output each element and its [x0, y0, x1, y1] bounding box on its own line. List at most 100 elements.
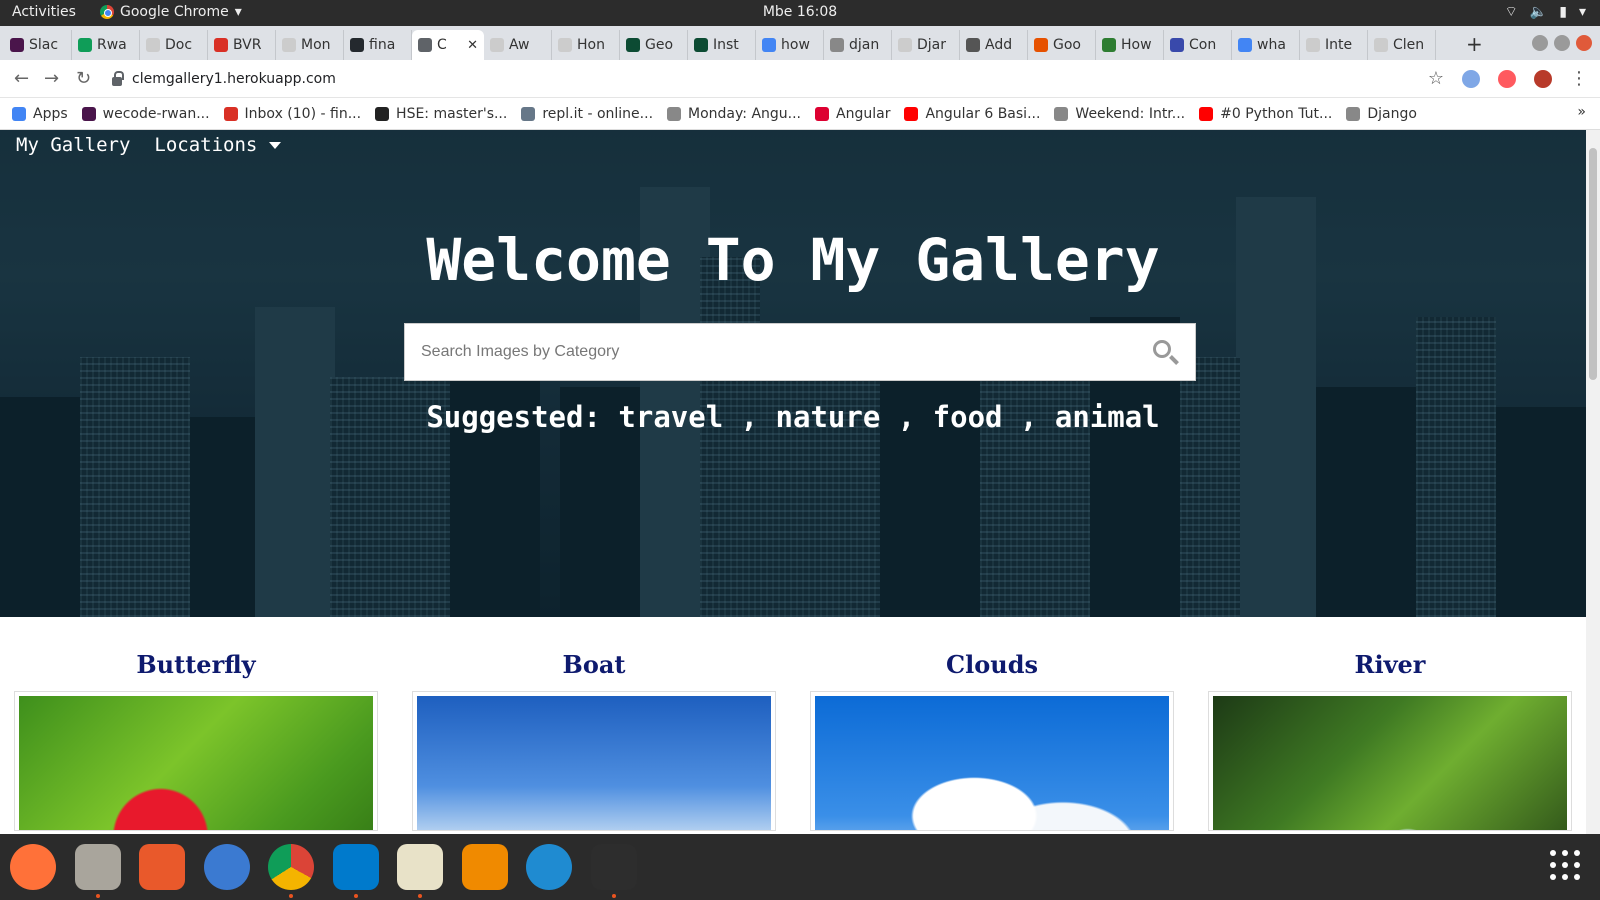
- software-center-icon[interactable]: [139, 844, 185, 890]
- locations-label: Locations: [154, 134, 258, 156]
- browser-tab[interactable]: wha: [1232, 30, 1300, 60]
- page-scrollbar[interactable]: [1586, 130, 1600, 834]
- activities-button[interactable]: Activities: [12, 4, 76, 20]
- search-icon[interactable]: [1153, 340, 1171, 358]
- system-tray[interactable]: ⌔ 🔈 ▮ ▾: [1505, 3, 1586, 21]
- globe-app-icon[interactable]: [526, 844, 572, 890]
- gallery-card: Butterfly: [14, 650, 378, 831]
- vlc-icon[interactable]: [461, 844, 508, 890]
- tab-favicon-icon: [626, 38, 640, 52]
- boat-image[interactable]: [417, 696, 771, 830]
- app-menu[interactable]: Google Chrome ▾: [100, 4, 242, 20]
- extension-icon[interactable]: [1498, 69, 1516, 88]
- bookmarks-overflow-button[interactable]: »: [1577, 104, 1586, 120]
- bookmark-item[interactable]: Angular: [815, 106, 890, 122]
- tab-label: Doc: [165, 37, 193, 53]
- card-title: Butterfly: [136, 650, 256, 679]
- chrome-icon[interactable]: [268, 844, 314, 890]
- avatar[interactable]: [1534, 69, 1552, 88]
- bookmark-item[interactable]: Apps: [12, 106, 68, 122]
- browser-tab[interactable]: djan: [824, 30, 892, 60]
- bookmark-favicon-icon: [1346, 106, 1361, 121]
- caret-down-icon: [269, 142, 282, 149]
- tab-label: Mon: [301, 37, 331, 53]
- browser-tab[interactable]: C ✕: [412, 30, 484, 60]
- tab-favicon-icon: [898, 38, 912, 52]
- bookmark-favicon-icon: [815, 106, 830, 121]
- browser-tab[interactable]: Clen: [1368, 30, 1436, 60]
- browser-tab[interactable]: Aw: [484, 30, 552, 60]
- tab-label: how: [781, 37, 810, 53]
- close-tab-icon[interactable]: ✕: [467, 38, 478, 53]
- menu-icon[interactable]: ⋮: [1570, 68, 1588, 89]
- bookmark-item[interactable]: repl.it - online...: [521, 106, 653, 122]
- vscode-icon[interactable]: [332, 844, 379, 890]
- url-text: clemgallery1.herokuapp.com: [132, 71, 336, 87]
- help-icon[interactable]: [203, 844, 250, 890]
- gallery-card: Clouds: [810, 650, 1174, 831]
- browser-tab[interactable]: Geo: [620, 30, 688, 60]
- terminal-icon[interactable]: [590, 844, 637, 890]
- firefox-icon[interactable]: [10, 844, 56, 890]
- bookmark-item[interactable]: Django: [1346, 106, 1417, 122]
- tab-label: djan: [849, 37, 880, 53]
- bookmark-item[interactable]: Inbox (10) - fin...: [223, 106, 361, 122]
- browser-tab[interactable]: Hon: [552, 30, 620, 60]
- tab-favicon-icon: [282, 38, 296, 52]
- card-title: Boat: [562, 650, 626, 679]
- tab-favicon-icon: [1374, 38, 1388, 52]
- tab-favicon-icon: [1170, 38, 1184, 52]
- bookmark-item[interactable]: Weekend: Intr...: [1054, 106, 1185, 122]
- browser-tab[interactable]: Mon: [276, 30, 344, 60]
- bookmark-item[interactable]: wecode-rwan...: [81, 106, 210, 122]
- toolbar-actions: ☆ ⋮: [1428, 68, 1588, 89]
- tab-favicon-icon: [558, 38, 572, 52]
- close-window-button[interactable]: [1576, 35, 1592, 51]
- battery-icon: ▮: [1559, 4, 1567, 20]
- bookmark-label: Angular 6 Basi...: [925, 105, 1041, 122]
- lock-icon: [112, 70, 124, 86]
- river-image[interactable]: [1213, 696, 1567, 830]
- browser-tab[interactable]: Djar: [892, 30, 960, 60]
- search-input[interactable]: [405, 324, 1145, 380]
- browser-tab[interactable]: BVR: [208, 30, 276, 60]
- minimize-button[interactable]: [1532, 35, 1548, 51]
- tab-favicon-icon: [694, 38, 708, 52]
- browser-tab[interactable]: how: [756, 30, 824, 60]
- bookmark-item[interactable]: #0 Python Tut...: [1199, 106, 1332, 122]
- extension-icon[interactable]: [1462, 69, 1480, 88]
- reload-icon[interactable]: ↻: [76, 68, 91, 89]
- tab-label: Slac: [29, 37, 59, 53]
- scrollbar-thumb[interactable]: [1589, 148, 1597, 380]
- text-editor-icon[interactable]: [397, 844, 443, 890]
- locations-dropdown[interactable]: Locations: [154, 134, 282, 156]
- dock: [0, 834, 1600, 900]
- bookmark-item[interactable]: HSE: master's...: [375, 106, 507, 122]
- browser-tab[interactable]: Doc: [140, 30, 208, 60]
- browser-tab[interactable]: Inte: [1300, 30, 1368, 60]
- bookmark-star-icon[interactable]: ☆: [1428, 68, 1444, 89]
- browser-tab[interactable]: Rwa: [72, 30, 140, 60]
- browser-tab[interactable]: Inst: [688, 30, 756, 60]
- address-bar[interactable]: clemgallery1.herokuapp.com: [112, 65, 1452, 93]
- maximize-button[interactable]: [1554, 35, 1570, 51]
- browser-tab[interactable]: How: [1096, 30, 1164, 60]
- brand-link[interactable]: My Gallery: [16, 134, 130, 156]
- browser-tab[interactable]: Con: [1164, 30, 1232, 60]
- browser-tab[interactable]: Slac: [4, 30, 72, 60]
- tab-label: C: [437, 37, 447, 53]
- back-icon[interactable]: ←: [14, 68, 29, 89]
- tab-favicon-icon: [830, 38, 844, 52]
- bookmark-item[interactable]: Monday: Angu...: [667, 106, 801, 122]
- butterfly-image[interactable]: [19, 696, 373, 830]
- browser-tab[interactable]: fina: [344, 30, 412, 60]
- browser-tab[interactable]: Goo: [1028, 30, 1096, 60]
- bookmark-item[interactable]: Angular 6 Basi...: [904, 106, 1040, 122]
- forward-icon[interactable]: →: [44, 68, 59, 89]
- files-icon[interactable]: [74, 844, 121, 890]
- clouds-image[interactable]: [815, 696, 1169, 830]
- tab-favicon-icon: [762, 38, 776, 52]
- new-tab-button[interactable]: +: [1466, 32, 1483, 56]
- browser-tab[interactable]: Add: [960, 30, 1028, 60]
- show-applications-icon[interactable]: [1550, 850, 1580, 880]
